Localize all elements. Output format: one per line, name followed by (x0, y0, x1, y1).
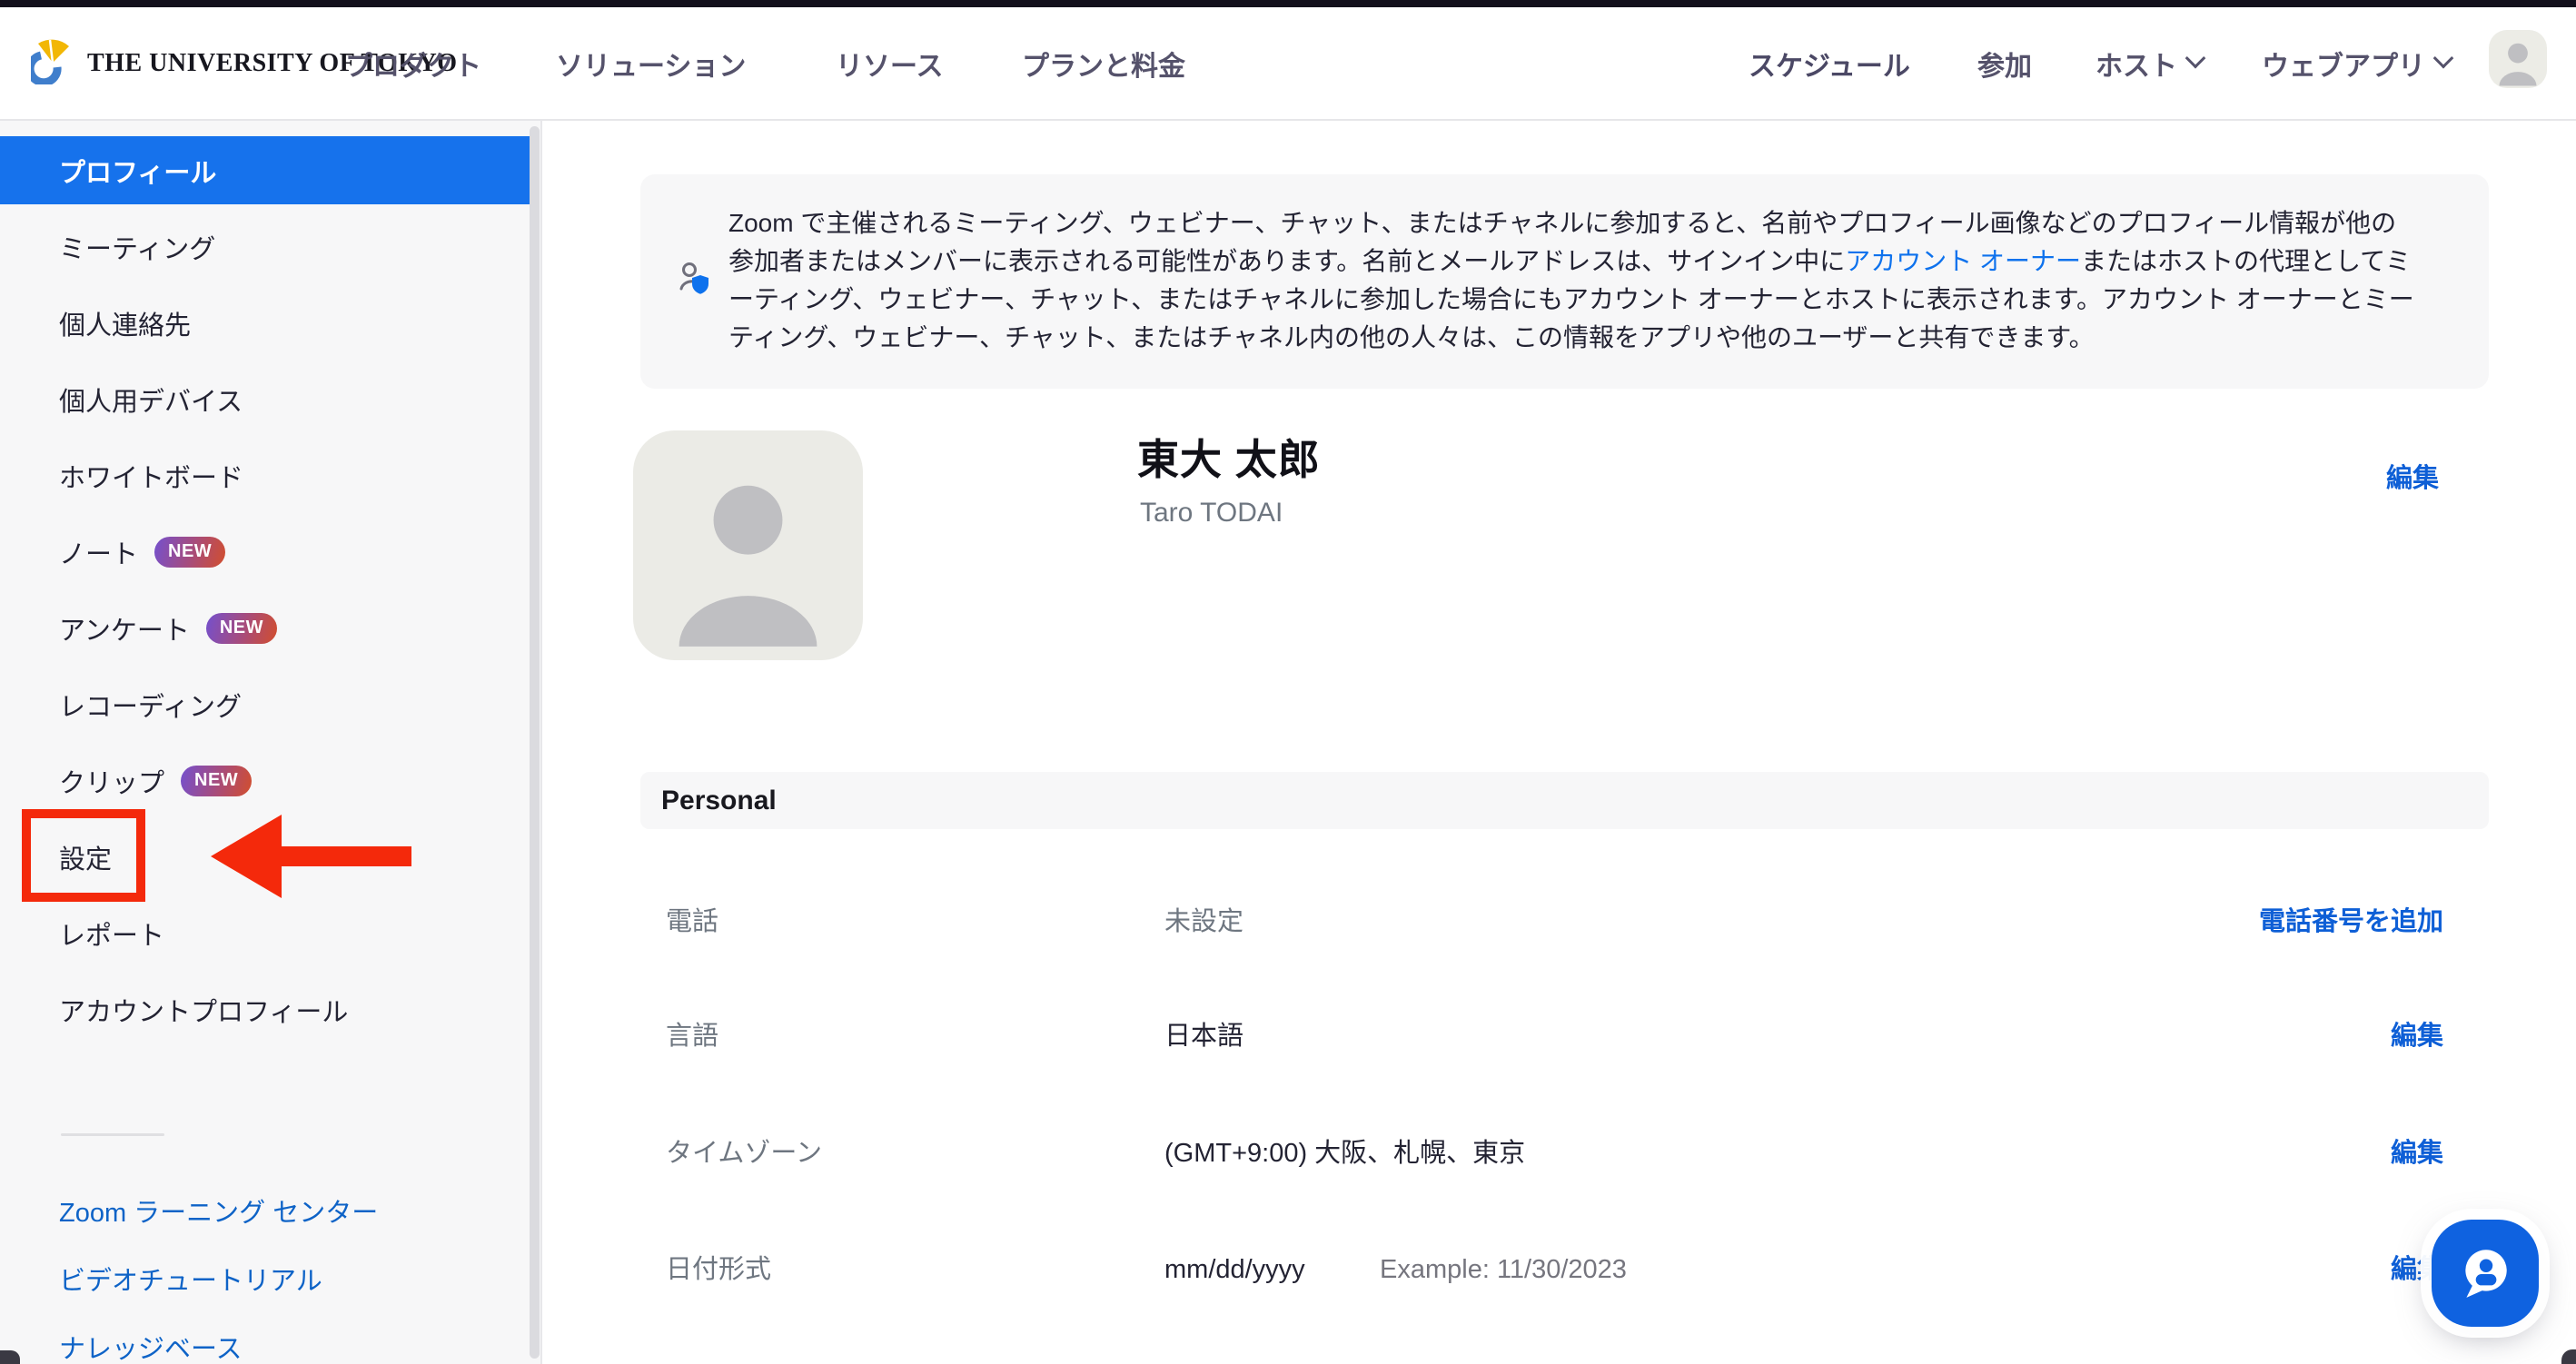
row-phone: 電話 未設定 電話番号を追加 (640, 890, 2489, 954)
banner-line: 参加者またはメンバーに表示される可能性があります。名前とメールアドレスは、サイン… (728, 242, 2414, 281)
sidebar-scrollbar[interactable] (530, 126, 540, 1359)
row-value: 未設定 (1164, 890, 1243, 954)
link-zoom-learning-center[interactable]: Zoom ラーニング センター (0, 1176, 532, 1244)
row-language: 言語 日本語 編集 (640, 1004, 2489, 1068)
nav-schedule[interactable]: スケジュール (1749, 7, 1910, 119)
nav-products[interactable]: プロダクト (345, 7, 481, 119)
banner-line: Zoom で主催されるミーティング、ウェビナー、チャット、またはチャネルに参加す… (728, 204, 2414, 242)
profile-name-romanized: Taro TODAI (1140, 498, 1283, 529)
nav-web-app[interactable]: ウェブアプリ (2262, 7, 2451, 119)
annotation-red-box (22, 809, 145, 902)
bottom-left-widget-corner (0, 1350, 20, 1364)
edit-language-link[interactable]: 編集 (2391, 1004, 2443, 1068)
nav-resources[interactable]: リソース (836, 7, 944, 119)
profile-name: 東大 太郎 (1137, 427, 1321, 487)
help-chat-button[interactable] (2432, 1220, 2539, 1327)
nav-host[interactable]: ホスト (2095, 7, 2203, 119)
new-badge: NEW (154, 537, 225, 568)
sidebar-nav: プロフィール ミーティング 個人連絡先 個人用デバイス ホワイトボード ノート … (0, 136, 532, 1052)
sidebar-item-reports[interactable]: レポート (0, 899, 532, 967)
nav-host-label: ホスト (2095, 44, 2177, 84)
sidebar-item-recordings[interactable]: レコーディング (0, 670, 532, 738)
new-badge: NEW (206, 613, 277, 644)
sidebar-item-notes[interactable]: ノート NEW (0, 518, 532, 586)
banner-text-segment: 参加者またはメンバーに表示される可能性があります。名前とメールアドレスは、サイン… (728, 247, 1845, 275)
personal-section-header: Personal (640, 772, 2489, 829)
row-label: タイムゾーン (666, 1122, 822, 1185)
help-chat-bubble-icon (2455, 1243, 2515, 1303)
bottom-right-widget-corner (2561, 1349, 2576, 1364)
privacy-banner: Zoom で主催されるミーティング、ウェビナー、チャット、またはチャネルに参加す… (640, 174, 2489, 389)
annotation-red-arrow-shaft (278, 846, 411, 866)
university-of-tokyo-ginkgo-icon (31, 37, 73, 89)
row-label: 言語 (666, 1004, 718, 1068)
header: The University of Tokyo プロダクト ソリューション リソ… (0, 7, 2576, 121)
sidebar-item-personal-devices[interactable]: 個人用デバイス (0, 365, 532, 433)
edit-timezone-link[interactable]: 編集 (2391, 1122, 2443, 1185)
sidebar: プロフィール ミーティング 個人連絡先 個人用デバイス ホワイトボード ノート … (0, 121, 542, 1364)
sidebar-item-account-profile[interactable]: アカウントプロフィール (0, 975, 532, 1043)
privacy-banner-text: Zoom で主催されるミーティング、ウェビナー、チャット、またはチャネルに参加す… (728, 204, 2414, 357)
nav-join[interactable]: 参加 (1977, 7, 2032, 119)
sidebar-item-label: クリップ (59, 762, 164, 800)
user-avatar-placeholder-icon (2489, 30, 2547, 88)
date-format-example: Example: 11/30/2023 (1380, 1238, 1627, 1301)
sidebar-item-personal-contacts[interactable]: 個人連絡先 (0, 289, 532, 357)
sidebar-item-label: ノート (59, 533, 138, 571)
zoom-profile-page: The University of Tokyo プロダクト ソリューション リソ… (0, 0, 2576, 1364)
chevron-down-icon (2185, 47, 2206, 68)
row-label: 電話 (666, 890, 718, 954)
chevron-down-icon (2433, 47, 2454, 68)
profile-avatar[interactable] (633, 430, 863, 660)
row-value: (GMT+9:00) 大阪、札幌、東京 (1164, 1122, 1525, 1185)
new-badge: NEW (181, 766, 252, 796)
profile-edit-link[interactable]: 編集 (2386, 459, 2439, 499)
add-phone-number-link[interactable]: 電話番号を追加 (2259, 890, 2443, 954)
row-timezone: タイムゾーン (GMT+9:00) 大阪、札幌、東京 編集 (640, 1122, 2489, 1185)
nav-solutions[interactable]: ソリューション (556, 7, 746, 119)
browser-top-strip (0, 0, 2576, 7)
header-avatar[interactable] (2489, 30, 2547, 88)
account-owner-link[interactable]: アカウント オーナー (1845, 247, 2081, 275)
banner-line: ーティング、ウェビナー、チャット、またはチャネルに参加した場合にもアカウント オ… (728, 281, 2414, 319)
row-value: 日本語 (1164, 1004, 1243, 1068)
personal-section-title: Personal (661, 772, 777, 829)
nav-web-app-label: ウェブアプリ (2262, 44, 2425, 84)
sidebar-item-profile[interactable]: プロフィール (0, 136, 532, 204)
row-value: mm/dd/yyyy (1164, 1238, 1305, 1301)
sidebar-item-clips[interactable]: クリップ NEW (0, 746, 532, 815)
sidebar-divider (61, 1133, 164, 1136)
banner-line: ティング、ウェビナー、チャット、またはチャネル内の他の人々は、この情報をアプリや… (728, 319, 2414, 357)
sidebar-item-surveys[interactable]: アンケート NEW (0, 594, 532, 662)
nav-plans-pricing[interactable]: プランと料金 (1022, 7, 1185, 119)
user-avatar-placeholder-icon (633, 430, 863, 660)
sidebar-footer-links: Zoom ラーニング センター ビデオチュートリアル ナレッジベース (0, 1176, 532, 1364)
link-video-tutorials[interactable]: ビデオチュートリアル (0, 1244, 532, 1312)
annotation-red-arrow (211, 815, 282, 898)
row-date-format: 日付形式 mm/dd/yyyy Example: 11/30/2023 編集 (640, 1238, 2489, 1301)
row-label: 日付形式 (666, 1238, 771, 1301)
link-knowledge-base[interactable]: ナレッジベース (0, 1312, 532, 1364)
sidebar-item-label: アンケート (59, 609, 190, 647)
sidebar-item-whiteboard[interactable]: ホワイトボード (0, 441, 532, 509)
user-privacy-shield-icon (679, 262, 710, 301)
sidebar-item-meetings[interactable]: ミーティング (0, 213, 532, 281)
banner-text-segment: またはホストの代理としてミ (2081, 247, 2411, 275)
